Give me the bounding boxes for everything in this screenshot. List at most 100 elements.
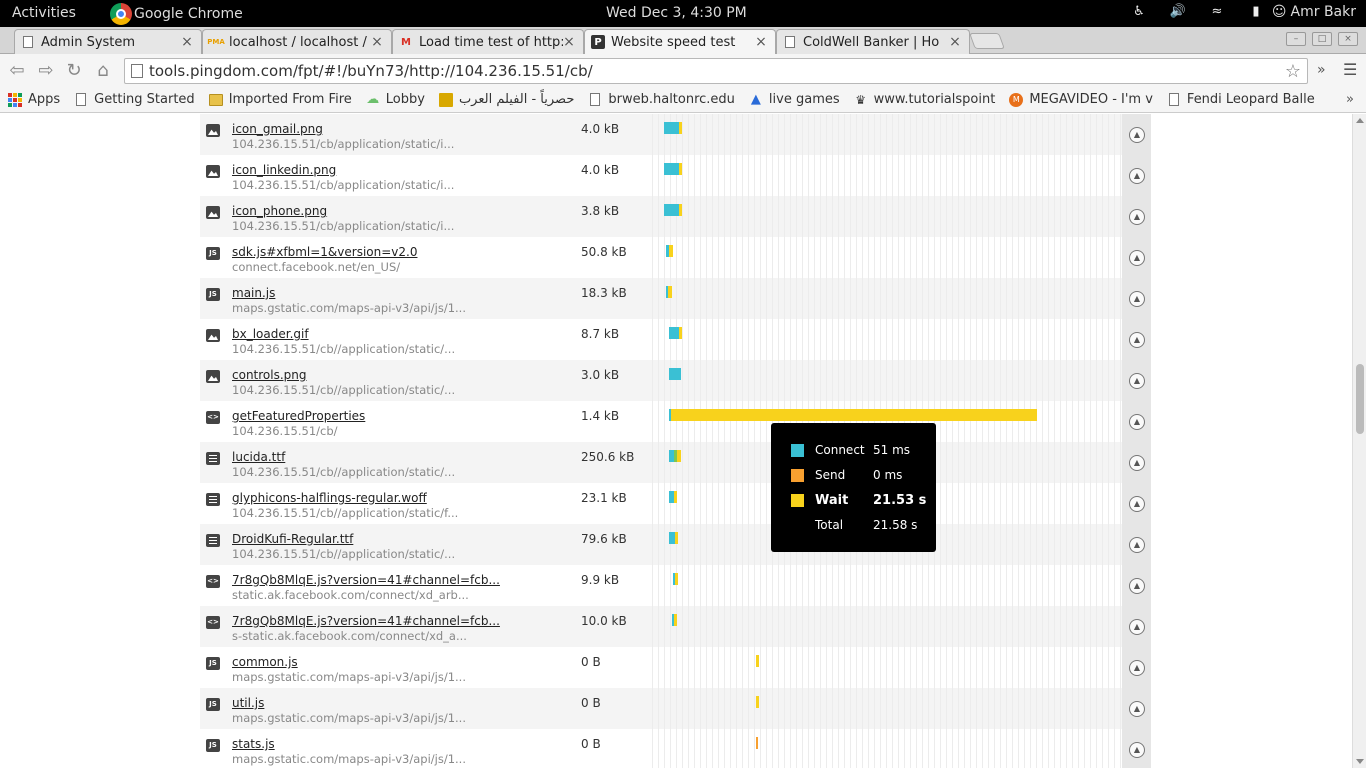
expand-row-icon[interactable]: ▲: [1129, 619, 1145, 635]
page-scrollbar[interactable]: [1352, 114, 1366, 768]
phpmyadmin-icon: PMA: [207, 38, 225, 46]
tab-admin-system[interactable]: Admin System ×: [14, 29, 202, 54]
back-arrow-icon[interactable]: ⇦: [6, 60, 28, 82]
bookmarks-overflow-icon[interactable]: »: [1346, 92, 1354, 107]
address-bar[interactable]: tools.pingdom.com/fpt/#!/buYn73/http://1…: [124, 58, 1308, 84]
home-icon[interactable]: ⌂: [92, 60, 114, 82]
bookmark-fendi[interactable]: Fendi Leopard Balle: [1167, 92, 1315, 107]
file-name-link[interactable]: main.js: [232, 286, 275, 300]
expand-row-icon[interactable]: ▲: [1129, 660, 1145, 676]
bookmark-arabic-film[interactable]: حصرياً - الفيلم العرب: [438, 92, 574, 107]
bookmark-lobby[interactable]: ☁ Lobby: [366, 92, 425, 107]
app-menu[interactable]: Google Chrome: [110, 2, 243, 25]
timing-bar[interactable]: [671, 409, 1037, 421]
timing-bar[interactable]: [674, 614, 677, 626]
file-name-link[interactable]: getFeaturedProperties: [232, 409, 365, 423]
timing-bar[interactable]: [756, 696, 759, 708]
expand-row-icon[interactable]: ▲: [1129, 701, 1145, 717]
timing-bar[interactable]: [756, 737, 758, 749]
timing-bar[interactable]: [669, 245, 673, 257]
battery-icon[interactable]: ▮: [1248, 4, 1264, 20]
timing-bar[interactable]: [675, 573, 678, 585]
timing-bar[interactable]: [664, 204, 679, 216]
wifi-icon[interactable]: ≈: [1209, 4, 1225, 20]
bookmark-tutorialspoint[interactable]: ♛ www.tutorialspoint: [854, 92, 995, 107]
maximize-icon[interactable]: □: [1312, 32, 1332, 46]
timing-bar[interactable]: [679, 327, 682, 339]
scroll-down-icon[interactable]: [1356, 759, 1364, 764]
file-name-link[interactable]: DroidKufi-Regular.ttf: [232, 532, 353, 546]
forward-arrow-icon[interactable]: ⇨: [35, 60, 57, 82]
bookmark-brweb[interactable]: brweb.haltonrc.edu: [588, 92, 735, 107]
reload-icon[interactable]: ↻: [63, 60, 85, 82]
menu-icon[interactable]: ☰: [1343, 60, 1357, 79]
scrollbar-thumb[interactable]: [1356, 364, 1364, 434]
timing-bar[interactable]: [664, 163, 679, 175]
file-name-link[interactable]: controls.png: [232, 368, 307, 382]
bookmark-live-games[interactable]: ▲ live games: [749, 92, 840, 107]
timing-bar[interactable]: [669, 368, 681, 380]
minimize-icon[interactable]: –: [1286, 32, 1306, 46]
expand-row-icon[interactable]: ▲: [1129, 414, 1145, 430]
file-name-link[interactable]: glyphicons-halflings-regular.woff: [232, 491, 427, 505]
tab-phpmyadmin[interactable]: PMA localhost / localhost / ×: [202, 29, 392, 54]
volume-icon[interactable]: 🔊: [1170, 4, 1186, 20]
file-name-link[interactable]: stats.js: [232, 737, 275, 751]
expand-row-icon[interactable]: ▲: [1129, 537, 1145, 553]
file-name-link[interactable]: sdk.js#xfbml=1&version=v2.0: [232, 245, 417, 259]
file-name-link[interactable]: icon_linkedin.png: [232, 163, 336, 177]
file-name-link[interactable]: common.js: [232, 655, 298, 669]
file-size: 0 B: [581, 655, 601, 669]
expand-row-icon[interactable]: ▲: [1129, 332, 1145, 348]
close-icon[interactable]: ×: [181, 34, 193, 50]
timing-bar[interactable]: [677, 450, 681, 462]
bookmark-getting-started[interactable]: Getting Started: [74, 92, 195, 107]
expand-row-icon[interactable]: ▲: [1129, 578, 1145, 594]
close-window-icon[interactable]: ×: [1338, 32, 1358, 46]
timing-bar[interactable]: [668, 286, 672, 298]
timing-bar[interactable]: [674, 491, 677, 503]
close-icon[interactable]: ×: [949, 34, 961, 50]
close-icon[interactable]: ×: [371, 34, 383, 50]
timing-bar[interactable]: [664, 122, 679, 134]
tab-load-time-test[interactable]: M Load time test of http: ×: [392, 29, 584, 54]
file-name-link[interactable]: icon_phone.png: [232, 204, 327, 218]
timing-bar[interactable]: [679, 163, 682, 175]
file-name-link[interactable]: 7r8gQb8MlqE.js?version=41#channel=fcb...: [232, 614, 500, 628]
scroll-up-icon[interactable]: [1356, 118, 1364, 123]
tab-website-speed-test[interactable]: P Website speed test ×: [584, 29, 776, 54]
bookmark-star-icon[interactable]: ☆: [1285, 61, 1301, 82]
tab-coldwell-banker[interactable]: ColdWell Banker | Ho ×: [776, 29, 970, 54]
timing-bar[interactable]: [679, 122, 682, 134]
accessibility-icon[interactable]: ♿: [1131, 4, 1147, 20]
close-icon[interactable]: ×: [563, 34, 575, 50]
expand-row-icon[interactable]: ▲: [1129, 291, 1145, 307]
timing-bar[interactable]: [669, 327, 679, 339]
new-tab-button[interactable]: [969, 33, 1005, 49]
activities-button[interactable]: Activities: [12, 5, 76, 21]
extensions-overflow-icon[interactable]: »: [1317, 62, 1326, 78]
expand-row-icon[interactable]: ▲: [1129, 209, 1145, 225]
expand-row-icon[interactable]: ▲: [1129, 455, 1145, 471]
file-name-link[interactable]: bx_loader.gif: [232, 327, 309, 341]
bookmark-apps[interactable]: Apps: [8, 92, 60, 107]
file-name-link[interactable]: util.js: [232, 696, 264, 710]
file-name-link[interactable]: lucida.ttf: [232, 450, 285, 464]
file-name-link[interactable]: icon_gmail.png: [232, 122, 323, 136]
url-text[interactable]: tools.pingdom.com/fpt/#!/buYn73/http://1…: [149, 62, 593, 80]
expand-row-icon[interactable]: ▲: [1129, 742, 1145, 758]
expand-row-icon[interactable]: ▲: [1129, 168, 1145, 184]
bookmark-imported-from-firefox[interactable]: Imported From Fire: [208, 92, 352, 107]
close-icon[interactable]: ×: [755, 34, 767, 50]
expand-row-icon[interactable]: ▲: [1129, 373, 1145, 389]
clock[interactable]: Wed Dec 3, 4:30 PM: [606, 5, 747, 21]
timing-bar[interactable]: [675, 532, 678, 544]
file-name-link[interactable]: 7r8gQb8MlqE.js?version=41#channel=fcb...: [232, 573, 500, 587]
timing-bar[interactable]: [756, 655, 759, 667]
expand-row-icon[interactable]: ▲: [1129, 250, 1145, 266]
timing-bar[interactable]: [679, 204, 682, 216]
expand-row-icon[interactable]: ▲: [1129, 496, 1145, 512]
expand-row-icon[interactable]: ▲: [1129, 127, 1145, 143]
bookmark-megavideo[interactable]: M MEGAVIDEO - I'm v: [1009, 92, 1153, 107]
user-menu[interactable]: ☺ Amr Bakr: [1272, 4, 1356, 20]
